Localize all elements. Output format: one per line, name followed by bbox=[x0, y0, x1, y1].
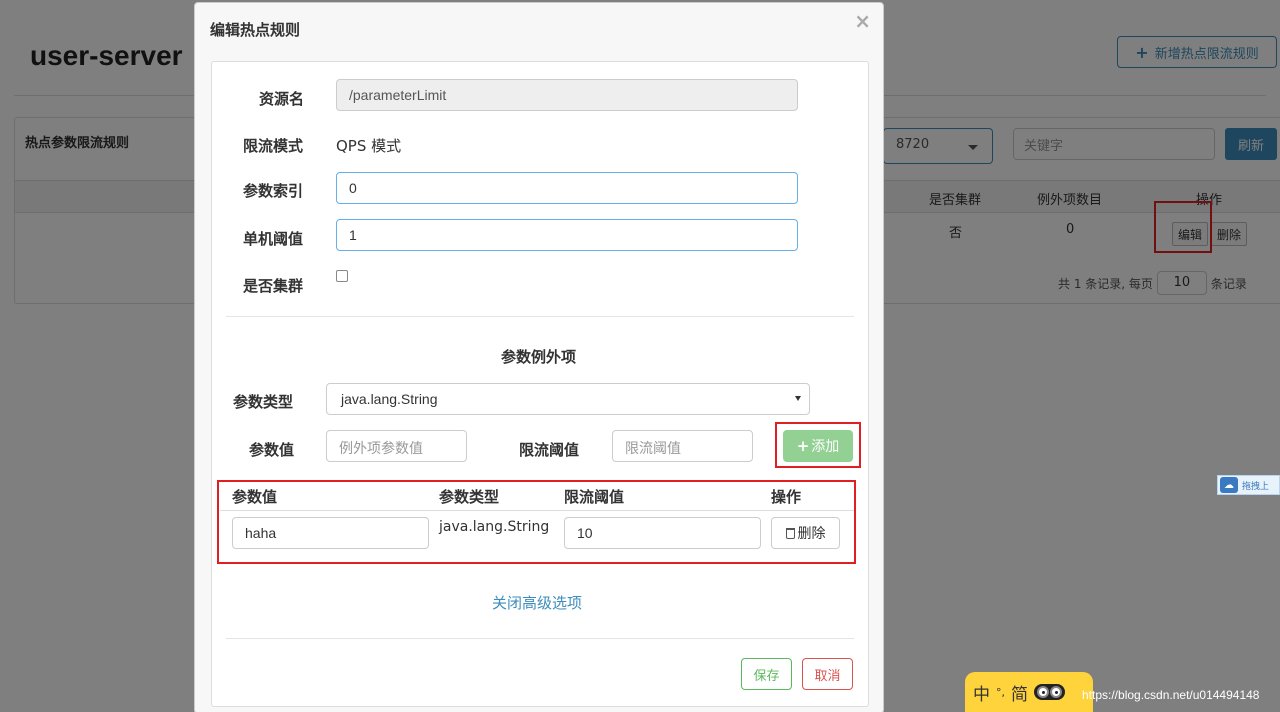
limit-threshold-placeholder: 限流阈值 bbox=[625, 440, 681, 456]
cancel-button[interactable]: 取消 bbox=[802, 658, 853, 690]
limit-threshold-label: 限流阈值 bbox=[519, 441, 580, 459]
param-index-label: 参数索引 bbox=[243, 182, 304, 200]
ime-mascot-icon bbox=[1034, 684, 1065, 700]
param-value-label: 参数值 bbox=[249, 441, 295, 459]
ime-lang: 中 bbox=[973, 684, 990, 705]
watermark: https://blog.csdn.net/u014494148 bbox=[1082, 688, 1260, 702]
ime-mode: 简 bbox=[1011, 684, 1028, 705]
param-value-input[interactable]: 例外项参数值 bbox=[326, 430, 467, 462]
ime-toolbar[interactable]: 中 °, 简 bbox=[965, 672, 1093, 712]
close-advanced-options-link[interactable]: 关闭高级选项 bbox=[492, 592, 582, 613]
caret-down-icon bbox=[795, 396, 801, 401]
section-divider bbox=[226, 316, 854, 317]
resource-label: 资源名 bbox=[259, 90, 305, 108]
param-value-placeholder: 例外项参数值 bbox=[339, 440, 423, 456]
cluster-label: 是否集群 bbox=[243, 277, 304, 295]
table-highlight-box bbox=[217, 480, 856, 564]
param-type-select[interactable]: java.lang.String bbox=[326, 383, 810, 415]
mode-label: 限流模式 bbox=[243, 137, 304, 155]
cloud-icon: ☁ bbox=[1220, 477, 1238, 493]
eye-icon bbox=[1050, 686, 1062, 698]
modal-title: 编辑热点规则 bbox=[210, 21, 301, 39]
param-type-label: 参数类型 bbox=[233, 393, 294, 411]
threshold-input[interactable]: 1 bbox=[336, 219, 798, 251]
close-icon[interactable]: × bbox=[854, 9, 871, 33]
eye-icon bbox=[1037, 686, 1049, 698]
ime-punct: °, bbox=[996, 685, 1005, 699]
save-button[interactable]: 保存 bbox=[741, 658, 792, 690]
edit-hotspot-rule-modal: 编辑热点规则 × 资源名 /parameterLimit 限流模式 QPS 模式… bbox=[194, 2, 884, 712]
threshold-label: 单机阈值 bbox=[243, 230, 304, 248]
add-highlight-box bbox=[775, 422, 861, 468]
side-widget[interactable]: ☁ 拖拽上 bbox=[1217, 475, 1280, 495]
param-index-input[interactable]: 0 bbox=[336, 172, 798, 204]
side-widget-label: 拖拽上 bbox=[1242, 481, 1270, 492]
modal-body: 资源名 /parameterLimit 限流模式 QPS 模式 参数索引 0 单… bbox=[211, 61, 869, 707]
param-type-select-value: java.lang.String bbox=[341, 391, 438, 407]
footer-divider bbox=[226, 638, 854, 639]
limit-threshold-input[interactable]: 限流阈值 bbox=[612, 430, 753, 462]
cluster-checkbox[interactable] bbox=[336, 270, 348, 282]
exception-section-title: 参数例外项 bbox=[501, 348, 577, 366]
resource-input: /parameterLimit bbox=[336, 79, 798, 111]
mode-value: QPS 模式 bbox=[336, 137, 402, 155]
